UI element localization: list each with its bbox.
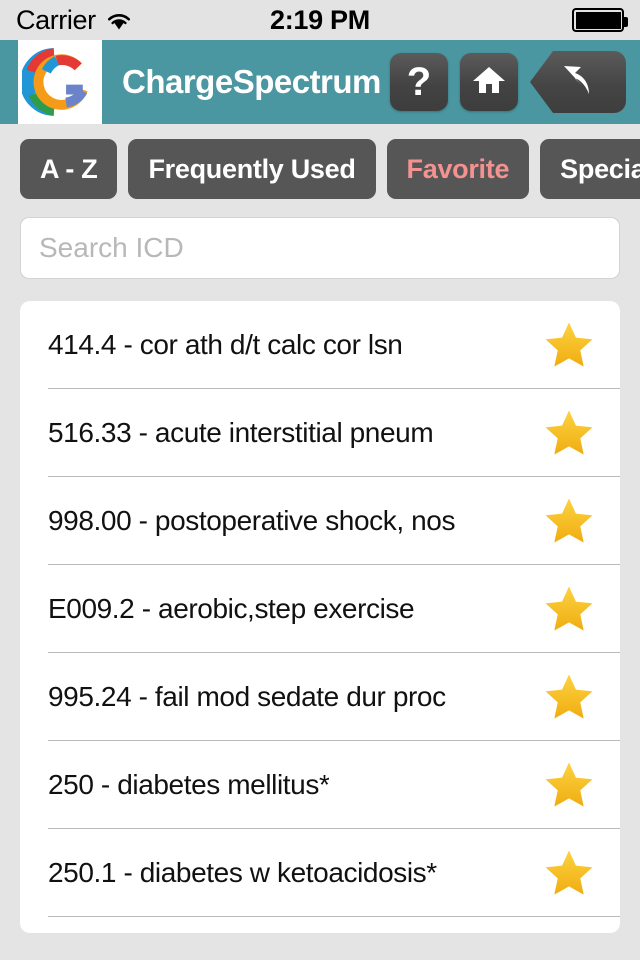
- star-filled-icon[interactable]: [542, 583, 596, 635]
- battery-full-icon: [572, 8, 628, 32]
- star-filled-icon[interactable]: [542, 759, 596, 811]
- tab-label: A - Z: [40, 153, 98, 184]
- home-button[interactable]: [460, 53, 518, 111]
- star-filled-icon[interactable]: [542, 319, 596, 371]
- list-item[interactable]: 414.4 - cor ath d/t calc cor lsn: [20, 301, 620, 389]
- list-item[interactable]: 998.00 - postoperative shock, nos: [20, 477, 620, 565]
- icd-code-label: 250.1 - diabetes w ketoacidosis*: [48, 857, 437, 888]
- list-item[interactable]: 250.1 - diabetes w ketoacidosis*: [20, 829, 620, 917]
- search-section: [0, 213, 640, 279]
- icd-code-label: 414.4 - cor ath d/t calc cor lsn: [48, 329, 403, 360]
- help-button[interactable]: ?: [390, 53, 448, 111]
- app-header: ChargeSpectrum ?: [0, 40, 640, 124]
- question-mark-icon: ?: [406, 60, 432, 104]
- icd-code-label: 995.24 - fail mod sedate dur proc: [48, 681, 446, 712]
- tab-frequently-used[interactable]: Frequently Used: [128, 139, 376, 199]
- tab-favorite[interactable]: Favorite: [386, 139, 530, 199]
- star-filled-icon[interactable]: [542, 847, 596, 899]
- home-icon: [472, 64, 506, 101]
- status-bar: Carrier 2:19 PM: [0, 0, 640, 40]
- back-arrow-icon: [558, 60, 598, 105]
- tab-label: Favorite: [406, 153, 510, 184]
- icd-code-label: 250 - diabetes mellitus*: [48, 769, 330, 800]
- icd-code-label: E009.2 - aerobic,step exercise: [48, 593, 415, 624]
- tab-a-z[interactable]: A - Z: [20, 139, 118, 199]
- star-filled-icon[interactable]: [542, 671, 596, 723]
- search-box[interactable]: [20, 217, 620, 279]
- status-bar-right: [572, 8, 628, 32]
- icd-code-label: 516.33 - acute interstitial pneum: [48, 417, 434, 448]
- tab-label: Frequently Used: [148, 153, 356, 184]
- star-filled-icon[interactable]: [542, 495, 596, 547]
- search-input[interactable]: [39, 232, 601, 264]
- star-filled-icon[interactable]: [542, 407, 596, 459]
- list-item[interactable]: 516.33 - acute interstitial pneum: [20, 389, 620, 477]
- back-button[interactable]: [530, 51, 626, 113]
- list-item[interactable]: [20, 917, 620, 933]
- tab-label: Specialty: [560, 153, 640, 184]
- list-item[interactable]: E009.2 - aerobic,step exercise: [20, 565, 620, 653]
- app-screen: Carrier 2:19 PM ChargeSpectrum ? A - Z F…: [0, 0, 640, 960]
- chargespectrum-cg-logo: [18, 40, 102, 124]
- header-actions: ?: [390, 51, 626, 113]
- category-tab-bar: A - Z Frequently Used Favorite Specialty: [0, 124, 640, 213]
- list-item[interactable]: 250 - diabetes mellitus*: [20, 741, 620, 829]
- tab-specialty[interactable]: Specialty: [540, 139, 640, 199]
- icd-code-list: 414.4 - cor ath d/t calc cor lsn 516.33 …: [20, 301, 620, 933]
- clock-label: 2:19 PM: [270, 4, 370, 35]
- page-title: ChargeSpectrum: [122, 63, 381, 100]
- list-item[interactable]: 995.24 - fail mod sedate dur proc: [20, 653, 620, 741]
- icd-code-label: 998.00 - postoperative shock, nos: [48, 505, 456, 536]
